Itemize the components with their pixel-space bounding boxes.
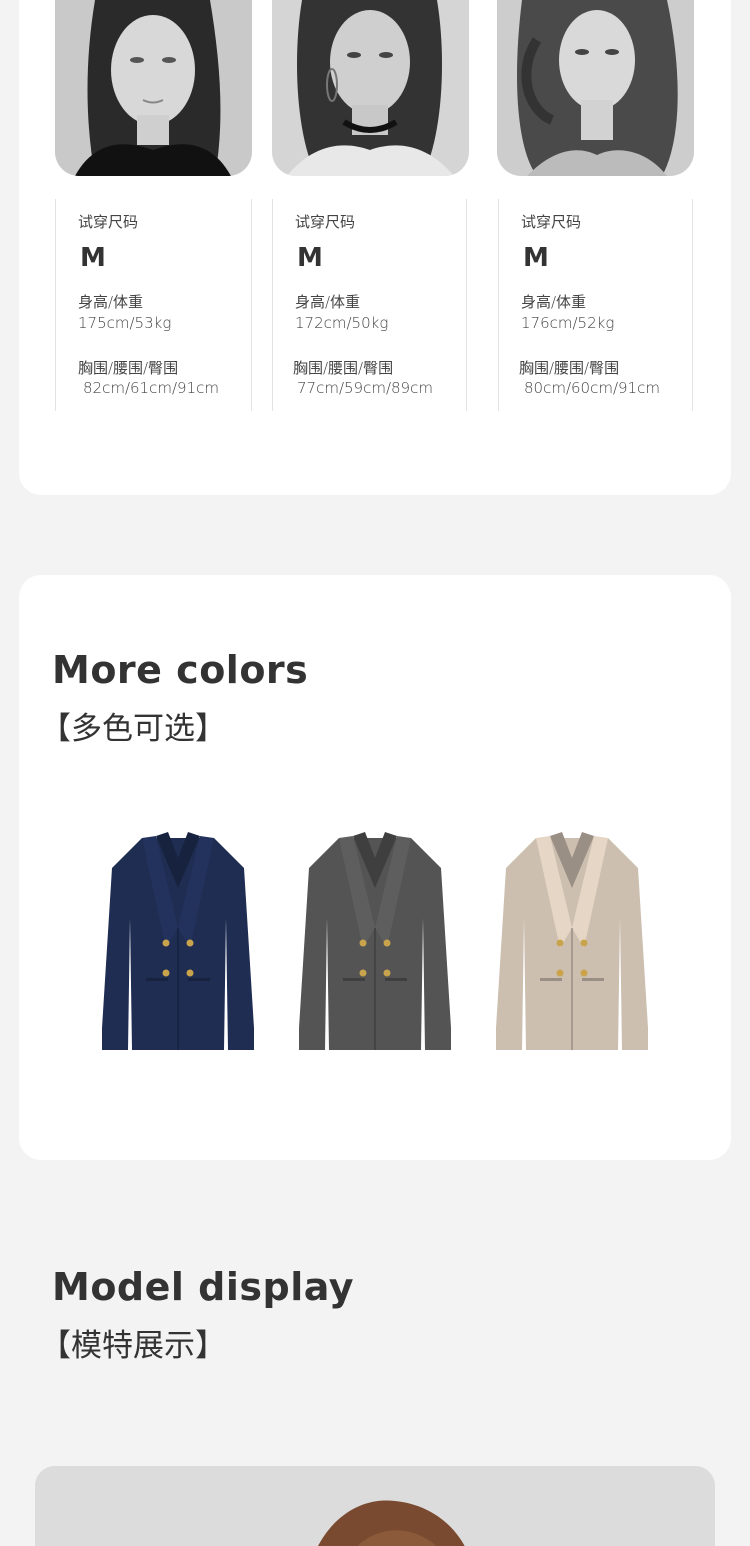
coat-button [556, 969, 564, 977]
coat-button [359, 969, 367, 977]
model-spec-1: 试穿尺码 M 身高/体重 175cm/53kg 胸围/腰围/臀围 82cm/61… [55, 199, 252, 411]
coat-button [580, 969, 588, 977]
coat-swatch-beige[interactable] [488, 828, 656, 1056]
size-value: M [80, 243, 106, 273]
size-label: 试穿尺码 [295, 213, 356, 231]
model-display-title: Model display [52, 1265, 354, 1309]
size-value: M [523, 243, 549, 273]
model-portrait-2 [272, 0, 469, 176]
height-weight-value: 175cm/53kg [78, 314, 172, 332]
size-value: M [297, 243, 323, 273]
coat-button [162, 969, 170, 977]
colors-subtitle: 【多色可选】 [40, 711, 226, 747]
model-portrait-3 [497, 0, 694, 176]
height-weight-label: 身高/体重 [521, 293, 587, 311]
model-portrait-1 [55, 0, 252, 176]
model-display-subtitle: 【模特展示】 [40, 1328, 226, 1364]
model-display-photo [35, 1466, 715, 1546]
height-weight-value: 176cm/52kg [521, 314, 615, 332]
coat-button [359, 939, 367, 947]
coat-button [186, 969, 194, 977]
coat-button [580, 939, 588, 947]
size-label: 试穿尺码 [78, 213, 139, 231]
coat-swatch-charcoal[interactable] [291, 828, 459, 1056]
height-weight-label: 身高/体重 [295, 293, 361, 311]
coat-button [556, 939, 564, 947]
height-weight-value: 172cm/50kg [295, 314, 389, 332]
colors-title: More colors [52, 648, 309, 692]
measurements-label: 胸围/腰围/臀围 [78, 359, 179, 377]
size-label: 试穿尺码 [521, 213, 582, 231]
coat-swatch-navy[interactable] [94, 828, 262, 1056]
coat-button [186, 939, 194, 947]
model-spec-2: 试穿尺码 M 身高/体重 172cm/50kg 胸围/腰围/臀围 77cm/59… [272, 199, 467, 411]
measurements-label: 胸围/腰围/臀围 [293, 359, 394, 377]
measurements-value: 80cm/60cm/91cm [524, 379, 660, 397]
coat-button [383, 969, 391, 977]
model-spec-3: 试穿尺码 M 身高/体重 176cm/52kg 胸围/腰围/臀围 80cm/60… [498, 199, 693, 411]
coat-button [383, 939, 391, 947]
measurements-value: 77cm/59cm/89cm [297, 379, 433, 397]
measurements-label: 胸围/腰围/臀围 [519, 359, 620, 377]
height-weight-label: 身高/体重 [78, 293, 144, 311]
measurements-value: 82cm/61cm/91cm [83, 379, 219, 397]
coat-button [162, 939, 170, 947]
